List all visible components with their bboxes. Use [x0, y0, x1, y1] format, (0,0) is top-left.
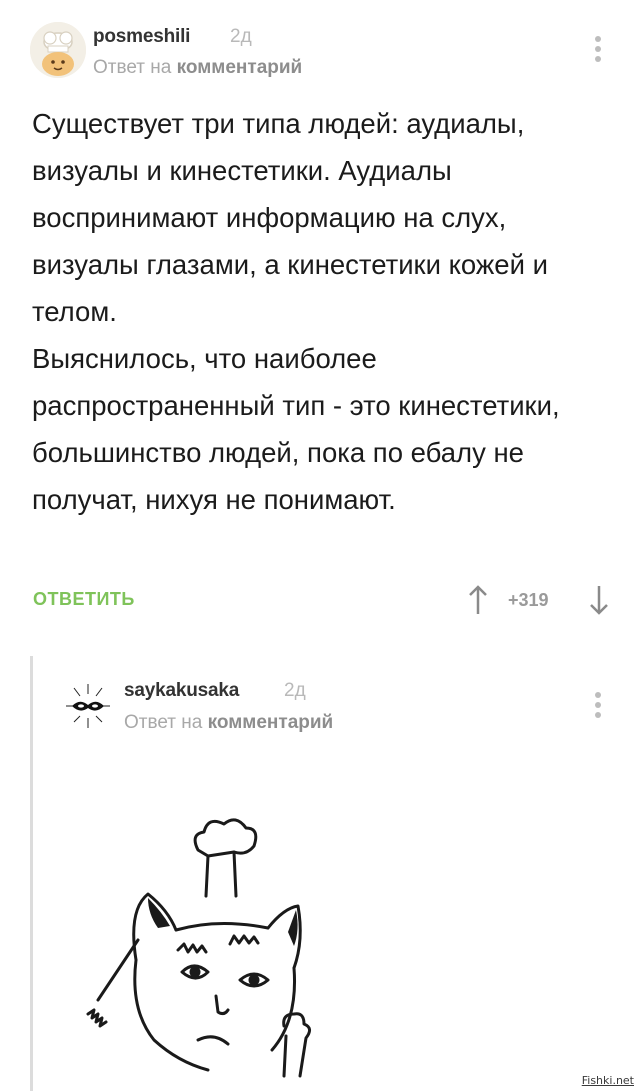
comment-age: 2д — [284, 680, 306, 701]
reply-reference: Ответ на комментарий — [93, 57, 302, 79]
chef-avatar-icon — [30, 22, 86, 78]
reply-target-link[interactable]: комментарий — [177, 57, 303, 78]
rating-score: +319 — [508, 590, 549, 610]
reply-reference: Ответ на комментарий — [124, 712, 333, 734]
comment-author[interactable]: posmeshili — [93, 26, 190, 48]
user-avatar[interactable] — [30, 22, 86, 78]
masked-eyes-avatar-icon — [66, 684, 110, 728]
comment-body: Существует три типа людей: аудиалы, визу… — [32, 100, 617, 523]
reply-prefix: Ответ на — [93, 57, 172, 78]
reply-target-link[interactable]: комментарий — [208, 712, 334, 733]
comment-author[interactable]: saykakusaka — [124, 680, 239, 702]
comment-menu-icon[interactable] — [593, 692, 603, 722]
comment-paragraph: Выяснилось, что наиболее распространенны… — [32, 343, 560, 515]
attached-image-cat-drawing[interactable] — [58, 800, 478, 1091]
comment-age: 2д — [230, 26, 252, 47]
user-avatar[interactable] — [60, 678, 116, 734]
watermark-text: Fishki.net — [581, 1074, 634, 1087]
comment-menu-icon[interactable] — [593, 36, 603, 66]
comment-posmeshili: posmeshili 2д Ответ на комментарий Сущес… — [0, 0, 640, 640]
arrow-down-icon[interactable] — [587, 582, 611, 618]
comment-paragraph: Существует три типа людей: аудиалы, визу… — [32, 108, 548, 327]
arrow-up-icon[interactable] — [466, 582, 490, 618]
reply-prefix: Ответ на — [124, 712, 203, 733]
rating-controls: +319 — [0, 582, 640, 618]
